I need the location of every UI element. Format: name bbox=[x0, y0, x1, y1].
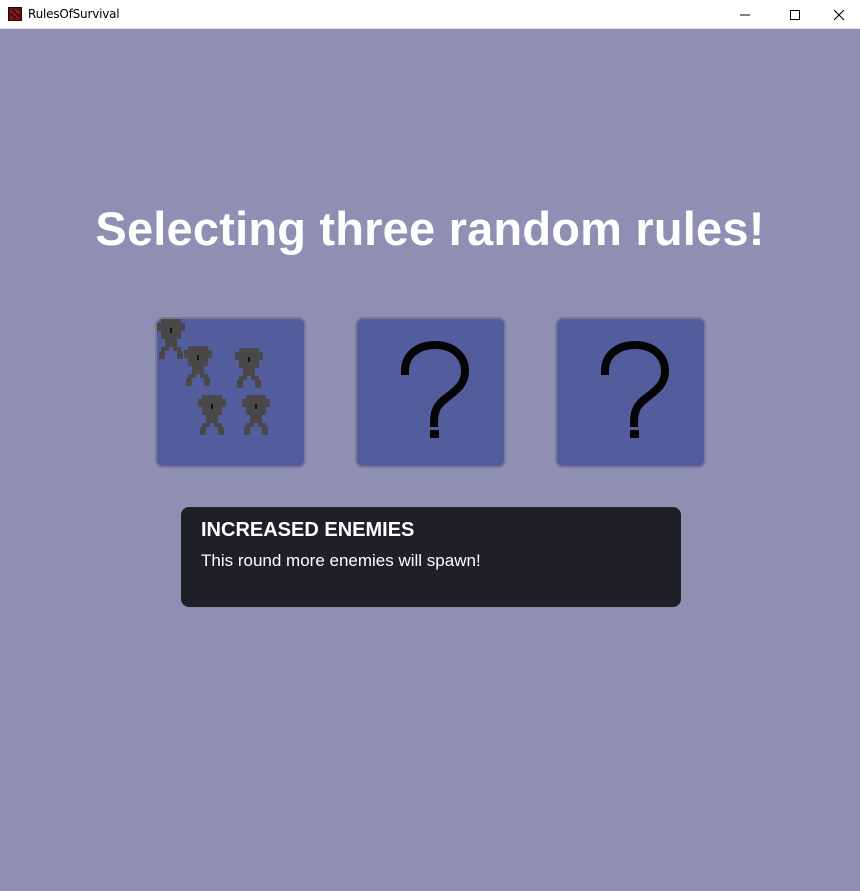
question-mark-icon bbox=[600, 340, 670, 438]
maximize-button[interactable] bbox=[772, 0, 818, 29]
game-canvas: Selecting three random rules! INCREASED … bbox=[0, 29, 860, 891]
enemies-icon bbox=[157, 319, 270, 435]
page-title: Selecting three random rules! bbox=[95, 202, 765, 255]
game-icon bbox=[8, 7, 22, 21]
close-button[interactable] bbox=[816, 0, 860, 29]
rule-card-2[interactable] bbox=[355, 317, 506, 468]
rule-card-3[interactable] bbox=[555, 317, 706, 468]
rule-card-1[interactable] bbox=[155, 317, 306, 468]
maximize-icon bbox=[790, 9, 800, 20]
minimize-button[interactable] bbox=[722, 0, 768, 29]
window-titlebar[interactable]: RulesOfSurvival bbox=[0, 0, 860, 29]
window-title: RulesOfSurvival bbox=[28, 7, 120, 21]
question-mark-icon bbox=[400, 340, 470, 438]
minimize-icon bbox=[740, 14, 750, 15]
rule-title: INCREASED ENEMIES bbox=[201, 519, 415, 541]
rule-description: This round more enemies will spawn! bbox=[201, 551, 481, 570]
rule-description-panel: INCREASED ENEMIES This round more enemie… bbox=[181, 507, 681, 607]
close-icon bbox=[833, 9, 845, 20]
